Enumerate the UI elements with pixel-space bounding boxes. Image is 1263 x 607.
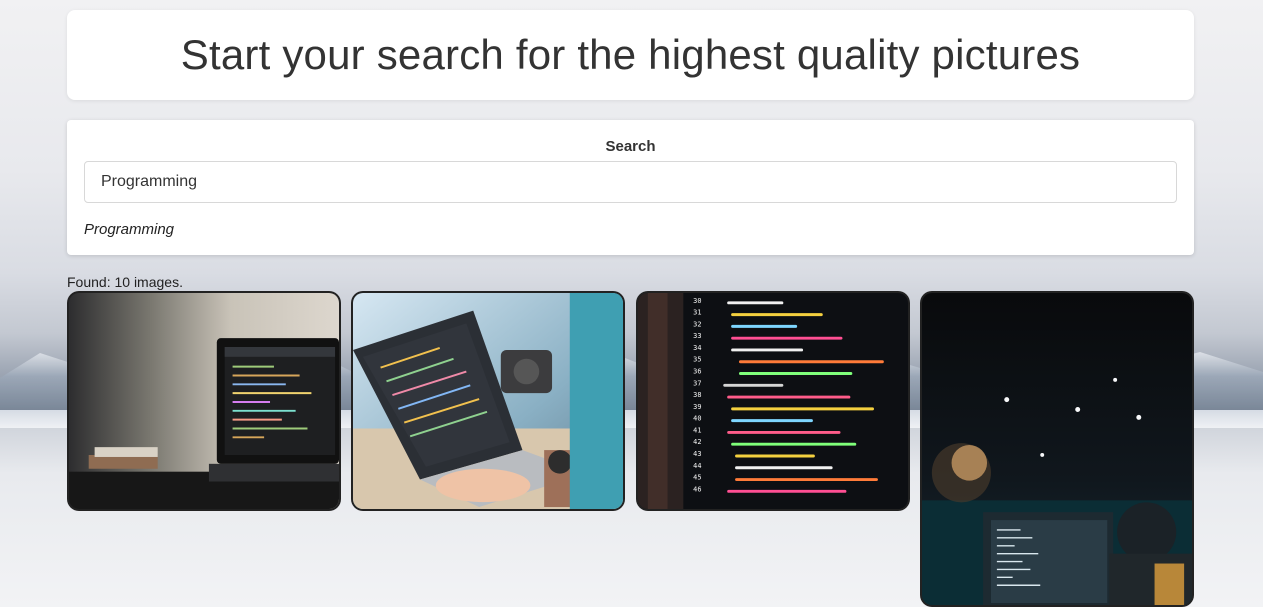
gallery-image-2[interactable]: photo-icon <box>351 291 625 511</box>
results-count: Found: 10 images. <box>67 274 183 290</box>
gallery-image-1[interactable]: photo-icon <box>67 291 341 511</box>
gallery-image-4[interactable]: photo-icon <box>920 291 1194 607</box>
gallery-image-3[interactable]: photo-icon 303132 333435 363738 394041 4… <box>636 291 910 511</box>
image-gallery: photo-icon <box>67 291 1194 607</box>
svg-text:40: 40 <box>693 415 701 423</box>
svg-text:35: 35 <box>693 356 701 364</box>
svg-text:43: 43 <box>693 450 701 458</box>
search-label: Search <box>605 138 656 155</box>
search-card: Search Programming <box>67 120 1194 255</box>
svg-text:38: 38 <box>693 391 701 399</box>
title-card: Start your search for the highest qualit… <box>67 10 1194 100</box>
svg-text:36: 36 <box>693 368 701 376</box>
svg-text:31: 31 <box>693 309 701 317</box>
svg-text:39: 39 <box>693 403 701 411</box>
svg-text:37: 37 <box>693 379 701 387</box>
laptop-desk-image <box>69 293 339 509</box>
svg-text:45: 45 <box>693 474 701 482</box>
svg-text:32: 32 <box>693 320 701 328</box>
person-laptop-image <box>353 293 623 509</box>
page-title: Start your search for the highest qualit… <box>180 31 1081 78</box>
developer-office-image <box>922 293 1192 605</box>
search-input[interactable] <box>84 161 1177 203</box>
svg-text:33: 33 <box>693 332 701 340</box>
svg-text:44: 44 <box>693 462 701 470</box>
svg-text:34: 34 <box>693 344 701 352</box>
svg-text:42: 42 <box>693 438 701 446</box>
code-monitor-image: 30 31 32 33 34 35 36 37 38 39 40 41 42 43 44 45 46 <box>638 293 908 509</box>
search-query-echo: Programming <box>84 221 175 238</box>
svg-text:46: 46 <box>693 485 701 493</box>
svg-text:30: 30 <box>693 297 701 305</box>
svg-text:41: 41 <box>693 426 701 434</box>
